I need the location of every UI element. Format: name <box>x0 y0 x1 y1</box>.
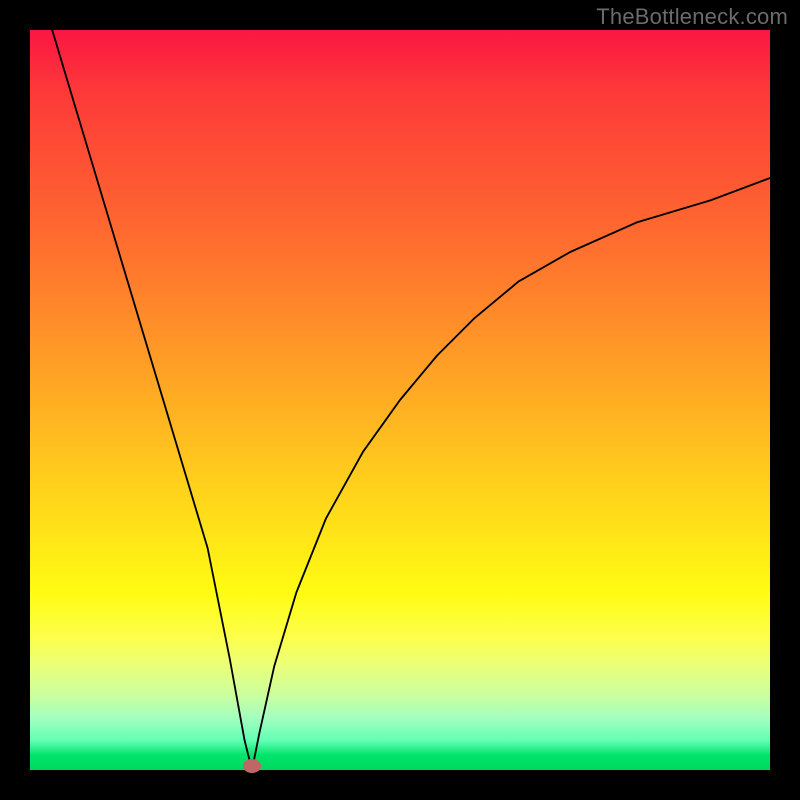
min-point-marker <box>243 759 261 773</box>
plot-area <box>30 30 770 770</box>
watermark-label: TheBottleneck.com <box>596 4 788 30</box>
curve-right-branch <box>252 178 770 770</box>
outer-frame: TheBottleneck.com <box>0 0 800 800</box>
curve-left-branch <box>52 30 252 770</box>
bottleneck-curve <box>30 30 770 770</box>
